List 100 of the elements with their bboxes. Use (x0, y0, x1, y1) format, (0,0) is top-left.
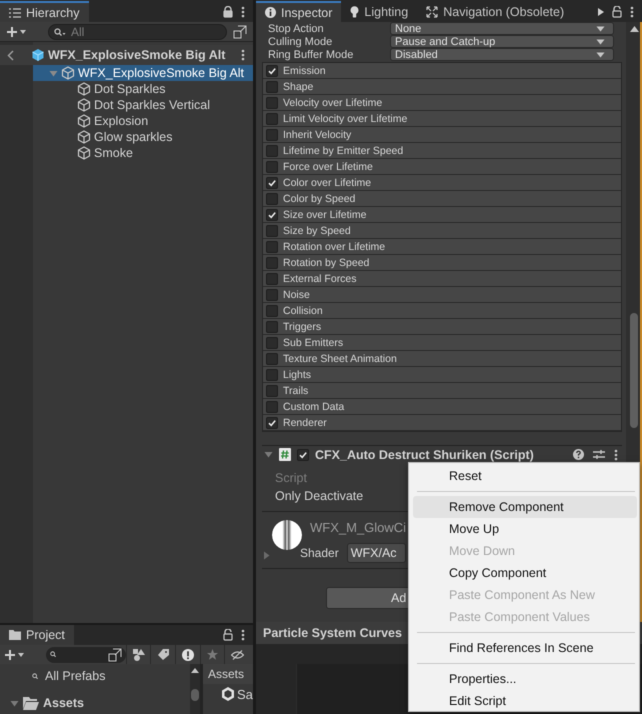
module-row[interactable]: Sub Emitters (263, 335, 621, 351)
add-dropdown-icon[interactable] (6, 26, 28, 38)
checkbox[interactable] (266, 416, 278, 428)
type-filter-button[interactable] (126, 645, 150, 664)
checkbox[interactable] (266, 64, 278, 76)
checkbox[interactable] (266, 256, 278, 268)
module-row[interactable]: External Forces (263, 271, 621, 287)
scrollbar-thumb[interactable] (630, 313, 638, 428)
module-row[interactable]: Size by Speed (263, 223, 621, 239)
search-field[interactable] (46, 646, 126, 662)
hierarchy-item[interactable]: Dot Sparkles Vertical (33, 97, 253, 113)
module-row[interactable]: Triggers (263, 319, 621, 335)
lock-icon[interactable] (223, 6, 233, 18)
module-row[interactable]: Velocity over Lifetime (263, 95, 621, 111)
more-icon[interactable] (241, 6, 245, 18)
script-icon (279, 448, 291, 461)
asset-item[interactable]: Sa (203, 684, 253, 704)
inspector-tab[interactable]: Lighting (341, 1, 418, 22)
menu-item[interactable]: Move Up (413, 518, 637, 540)
menu-item[interactable]: Reset (413, 465, 637, 487)
module-row[interactable]: Renderer (263, 415, 621, 431)
breadcrumb[interactable]: Assets (203, 664, 253, 684)
hierarchy-item[interactable]: Dot Sparkles (33, 81, 253, 97)
module-row[interactable]: Size over Lifetime (263, 207, 621, 223)
hierarchy-item[interactable]: WFX_ExplosiveSmoke Big Alt (33, 65, 253, 81)
checkbox[interactable] (266, 400, 278, 412)
foldout-icon[interactable] (264, 450, 273, 459)
checkbox[interactable] (266, 192, 278, 204)
menu-item[interactable]: Edit Script (413, 690, 637, 712)
module-row[interactable]: Noise (263, 287, 621, 303)
dropdown[interactable]: Disabled (390, 48, 614, 61)
checkbox[interactable] (266, 160, 278, 172)
scroll-up-icon[interactable] (630, 26, 638, 32)
help-icon[interactable] (573, 449, 584, 460)
checkbox[interactable] (266, 240, 278, 252)
dropdown[interactable]: Pause and Catch-up (390, 35, 614, 48)
module-row[interactable]: Shape (263, 79, 621, 95)
expand-icon[interactable] (108, 648, 122, 662)
scrollbar-thumb[interactable] (191, 689, 199, 701)
inspector-tab[interactable]: Navigation (Obsolete) (417, 1, 574, 22)
favorite-button[interactable] (200, 645, 224, 664)
checkbox[interactable] (266, 96, 278, 108)
checkbox[interactable] (266, 320, 278, 332)
module-row[interactable]: Emission (263, 63, 621, 79)
lock-icon[interactable] (223, 628, 233, 640)
checkbox[interactable] (266, 368, 278, 380)
module-row[interactable]: Collision (263, 303, 621, 319)
menu-item[interactable]: Properties... (413, 668, 637, 690)
module-row[interactable]: Trails (263, 383, 621, 399)
foldout-icon[interactable] (10, 698, 19, 708)
module-row[interactable]: Color by Speed (263, 191, 621, 207)
menu-item[interactable]: Copy Component (413, 562, 637, 584)
more-icon[interactable] (241, 49, 245, 61)
checkbox[interactable] (266, 304, 278, 316)
inspector-tab[interactable]: Inspector (256, 1, 342, 22)
checkbox[interactable] (266, 288, 278, 300)
module-row[interactable]: Rotation by Speed (263, 255, 621, 271)
checkbox[interactable] (266, 224, 278, 236)
module-row[interactable]: Lifetime by Emitter Speed (263, 143, 621, 159)
project-tab[interactable]: Project (0, 625, 74, 645)
more-icon[interactable] (241, 628, 245, 640)
checkbox[interactable] (266, 272, 278, 284)
lock-icon[interactable] (612, 6, 622, 18)
checkbox[interactable] (266, 176, 278, 188)
scroll-up-icon[interactable] (191, 668, 199, 673)
menu-item[interactable]: Remove Component (413, 496, 637, 518)
search-field[interactable]: All (48, 24, 227, 40)
more-icon[interactable] (614, 448, 618, 460)
expand-icon[interactable] (233, 24, 247, 38)
checkbox[interactable] (266, 336, 278, 348)
hierarchy-tab[interactable]: Hierarchy (0, 1, 88, 22)
module-row[interactable]: Inherit Velocity (263, 127, 621, 143)
more-tabs-icon[interactable] (598, 8, 604, 16)
light-bulb-icon (350, 6, 360, 18)
hierarchy-item[interactable]: Smoke (33, 145, 253, 161)
module-row[interactable]: Custom Data (263, 399, 621, 415)
module-row[interactable]: Lights (263, 367, 621, 383)
add-dropdown-icon[interactable] (4, 648, 26, 660)
more-icon[interactable] (630, 6, 634, 18)
checkbox[interactable] (266, 112, 278, 124)
hierarchy-item[interactable]: Explosion (33, 113, 253, 129)
checkbox[interactable] (266, 352, 278, 364)
module-row[interactable]: Texture Sheet Animation (263, 351, 621, 367)
folder-item[interactable]: Assets (10, 692, 190, 714)
module-row[interactable]: Color over Lifetime (263, 175, 621, 191)
back-icon[interactable] (7, 50, 14, 60)
checkbox[interactable] (266, 144, 278, 156)
favorite-item[interactable]: All Prefabs (10, 666, 190, 686)
sliders-icon[interactable] (593, 449, 605, 460)
checkbox[interactable] (266, 128, 278, 140)
checkbox[interactable] (266, 208, 278, 220)
checkbox[interactable] (266, 384, 278, 396)
module-row[interactable]: Force over Lifetime (263, 159, 621, 175)
module-row[interactable]: Limit Velocity over Lifetime (263, 111, 621, 127)
checkbox[interactable] (266, 80, 278, 92)
hierarchy-item[interactable]: Glow sparkles (33, 129, 253, 145)
module-row[interactable]: Rotation over Lifetime (263, 239, 621, 255)
checkbox[interactable] (297, 448, 309, 460)
shader-dropdown[interactable]: WFX/Ac (346, 543, 406, 563)
dropdown[interactable]: None (390, 22, 614, 35)
